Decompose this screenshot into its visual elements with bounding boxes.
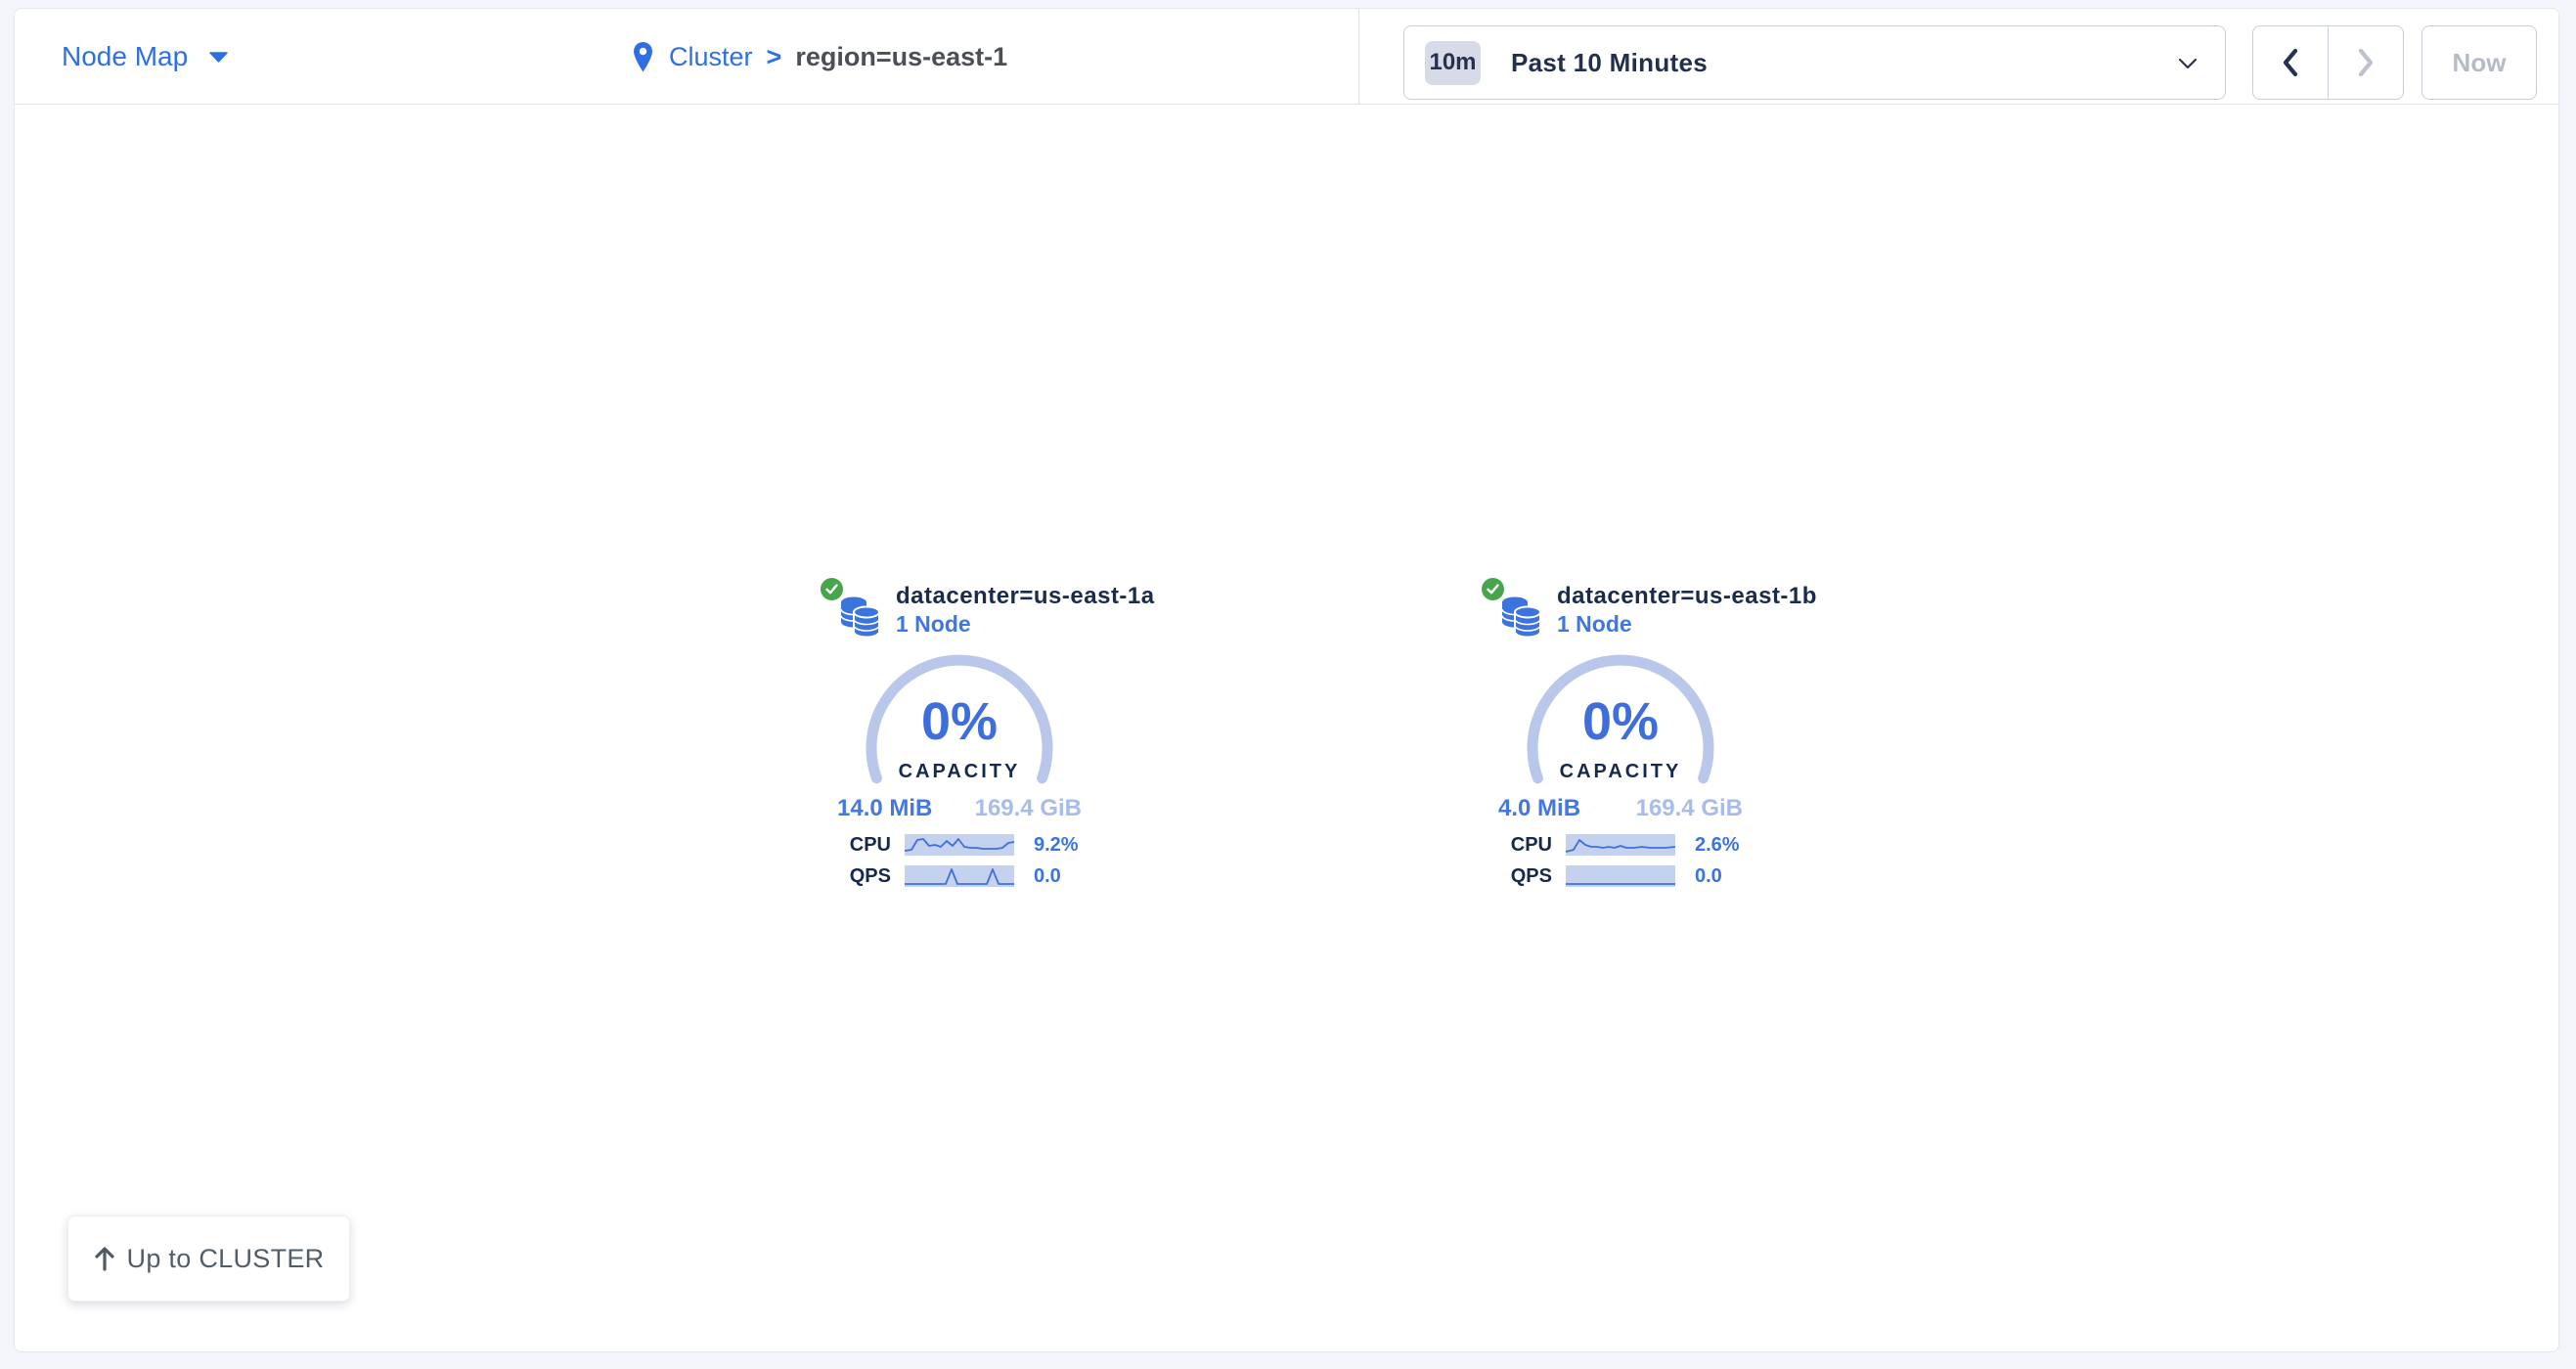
- datacenter-node-count: 1 Node: [896, 611, 1155, 637]
- qps-metric-row: QPS 0.0: [832, 864, 1087, 888]
- capacity-used: 4.0 MiB: [1498, 795, 1580, 822]
- view-mode-selector[interactable]: Node Map: [62, 9, 228, 105]
- capacity-total: 169.4 GiB: [1636, 795, 1743, 822]
- qps-label: QPS: [832, 865, 891, 888]
- cpu-label: CPU: [832, 834, 891, 857]
- chevron-down-icon: [2178, 58, 2198, 69]
- time-prev-button[interactable]: [2253, 26, 2329, 99]
- chevron-right-icon: [2357, 48, 2375, 77]
- database-stack-icon: [1501, 596, 1542, 642]
- header-divider: [1358, 9, 1359, 104]
- datacenter-header: datacenter=us-east-1b 1 Node: [1557, 583, 1817, 637]
- time-range-arrows: [2252, 25, 2404, 100]
- breadcrumb-cluster-link[interactable]: Cluster: [669, 42, 753, 72]
- datacenter-group-us-east-1b[interactable]: datacenter=us-east-1b 1 Node 0% CAPACITY…: [1493, 573, 1748, 896]
- chevron-left-icon: [2282, 48, 2299, 77]
- time-next-button[interactable]: [2329, 26, 2403, 99]
- view-mode-label: Node Map: [62, 41, 188, 72]
- time-range-badge: 10m: [1425, 41, 1481, 85]
- cpu-metric-row: CPU 9.2%: [832, 833, 1087, 857]
- breadcrumb-separator: >: [767, 42, 782, 72]
- cpu-sparkline: [1566, 834, 1675, 856]
- cpu-value: 9.2%: [1034, 834, 1079, 857]
- capacity-values: 14.0 MiB 169.4 GiB: [837, 795, 1082, 822]
- cpu-label: CPU: [1493, 834, 1552, 857]
- capacity-caption: CAPACITY: [852, 761, 1067, 783]
- cpu-value: 2.6%: [1695, 834, 1740, 857]
- breadcrumb-current: region=us-east-1: [795, 42, 1007, 72]
- qps-value: 0.0: [1695, 865, 1722, 888]
- up-to-cluster-label: Up to CLUSTER: [127, 1244, 325, 1274]
- qps-metric-row: QPS 0.0: [1493, 864, 1748, 888]
- capacity-percent: 0%: [852, 692, 1067, 751]
- arrow-up-icon: [94, 1246, 115, 1271]
- now-button[interactable]: Now: [2421, 25, 2537, 100]
- header-bar: Node Map Cluster > region=us-east-1 10m …: [15, 9, 2558, 105]
- capacity-percent: 0%: [1513, 692, 1728, 751]
- datacenter-group-us-east-1a[interactable]: datacenter=us-east-1a 1 Node 0% CAPACITY…: [832, 573, 1087, 896]
- qps-sparkline: [1566, 865, 1675, 887]
- cpu-metric-row: CPU 2.6%: [1493, 833, 1748, 857]
- capacity-used: 14.0 MiB: [837, 795, 932, 822]
- node-map-panel: Node Map Cluster > region=us-east-1 10m …: [14, 8, 2559, 1352]
- chevron-down-icon: [209, 52, 228, 63]
- up-to-cluster-button[interactable]: Up to CLUSTER: [67, 1215, 350, 1302]
- qps-value: 0.0: [1034, 865, 1061, 888]
- qps-label: QPS: [1493, 865, 1552, 888]
- datacenter-title: datacenter=us-east-1b: [1557, 583, 1817, 610]
- time-range-label: Past 10 Minutes: [1511, 48, 1708, 78]
- capacity-values: 4.0 MiB 169.4 GiB: [1498, 795, 1743, 822]
- datacenter-header: datacenter=us-east-1a 1 Node: [896, 583, 1155, 637]
- time-range-dropdown[interactable]: 10m Past 10 Minutes: [1403, 25, 2226, 100]
- datacenter-title: datacenter=us-east-1a: [896, 583, 1155, 610]
- qps-sparkline: [905, 865, 1014, 887]
- healthy-check-icon: [821, 578, 843, 600]
- map-pin-icon: [631, 41, 655, 73]
- datacenter-node-count: 1 Node: [1557, 611, 1817, 637]
- breadcrumb: Cluster > region=us-east-1: [631, 9, 1007, 105]
- healthy-check-icon: [1482, 578, 1504, 600]
- capacity-caption: CAPACITY: [1513, 761, 1728, 783]
- database-stack-icon: [840, 596, 881, 642]
- cpu-sparkline: [905, 834, 1014, 856]
- capacity-total: 169.4 GiB: [975, 795, 1082, 822]
